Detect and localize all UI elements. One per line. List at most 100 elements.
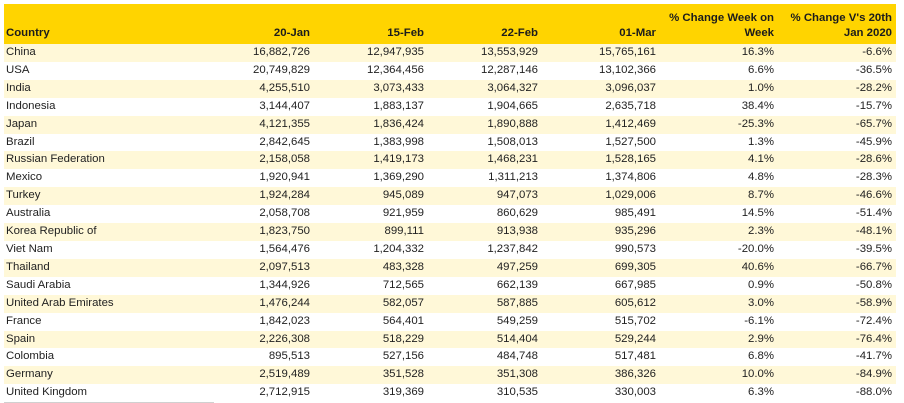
cell-change-week: 1.0% xyxy=(748,81,774,94)
cell-country: China xyxy=(6,46,36,58)
cell-mar-01: 330,003 xyxy=(614,386,656,399)
cell-change-week: 38.4% xyxy=(741,99,774,112)
table-row: Saudi Arabia 1,344,926 712,565 662,139 667,9… xyxy=(4,276,896,295)
cell-feb-22: 484,748 xyxy=(496,350,538,363)
cell-feb-22: 549,259 xyxy=(496,314,538,327)
cell-mar-01: 667,985 xyxy=(614,278,656,291)
cell-feb-15: 899,111 xyxy=(384,225,424,238)
cell-feb-15: 351,528 xyxy=(382,368,424,381)
header-row: Country 20-Jan 15-Feb 22-Feb 01-Mar % Ch… xyxy=(4,4,896,44)
table-row: Brazil 2,842,645 1,383,998 1,508,013 1,527,5… xyxy=(4,133,896,152)
cell-feb-15: 1,204,332 xyxy=(373,242,424,255)
cell-mar-01: 2,635,718 xyxy=(605,99,656,112)
header-15-feb: 15-Feb xyxy=(387,27,424,39)
cell-mar-01: 699,305 xyxy=(614,260,656,273)
cell-feb-15: 319,369 xyxy=(382,386,424,399)
data-table-panel: Country 20-Jan 15-Feb 22-Feb 01-Mar % Ch… xyxy=(0,0,904,403)
cell-feb-22: 310,535 xyxy=(496,386,538,399)
cell-feb-15: 564,401 xyxy=(382,314,424,327)
cell-mar-01: 1,029,006 xyxy=(605,189,656,202)
cell-change-week: 4.8% xyxy=(748,171,774,184)
cell-feb-22: 860,629 xyxy=(496,207,538,220)
header-01-mar: 01-Mar xyxy=(619,27,656,39)
cell-feb-15: 527,156 xyxy=(382,350,424,363)
cell-jan-20: 20,749,829 xyxy=(252,63,310,76)
cell-jan-20: 1,924,284 xyxy=(259,189,310,202)
cell-change-jan: -58.9% xyxy=(855,296,892,309)
cell-jan-20: 3,144,407 xyxy=(259,99,310,112)
table-row: Korea Republic of 1,823,750 899,111 913,938… xyxy=(4,223,896,241)
cell-jan-20: 2,519,489 xyxy=(259,368,310,381)
cell-feb-22: 947,073 xyxy=(496,189,538,202)
cell-jan-20: 4,121,355 xyxy=(259,117,310,130)
cell-change-jan: -76.4% xyxy=(855,332,892,345)
cell-feb-15: 12,364,456 xyxy=(366,63,424,76)
cell-change-jan: -15.7% xyxy=(855,99,892,112)
header-change-jan-line2: Jan 2020 xyxy=(843,27,892,39)
cell-feb-15: 712,565 xyxy=(382,278,424,291)
cell-mar-01: 985,491 xyxy=(614,207,656,220)
cell-feb-15: 12,947,935 xyxy=(366,46,424,58)
cell-change-week: 6.3% xyxy=(748,386,774,399)
cell-change-week: -25.3% xyxy=(737,117,774,130)
cell-change-week: 6.6% xyxy=(748,63,774,76)
cell-country: Australia xyxy=(6,207,51,220)
cell-mar-01: 1,374,806 xyxy=(605,171,656,184)
cell-country: Saudi Arabia xyxy=(6,278,71,291)
cell-feb-22: 1,890,888 xyxy=(487,117,538,130)
cell-change-week: 4.1% xyxy=(748,153,774,166)
table-row: Germany 2,519,489 351,528 351,308 386,326 10.… xyxy=(4,366,896,385)
table-row: Colombia 895,513 527,156 484,748 517,481 6.8%… xyxy=(4,348,896,367)
cell-feb-15: 945,089 xyxy=(382,189,424,202)
cell-feb-22: 3,064,327 xyxy=(487,81,538,94)
cell-mar-01: 529,244 xyxy=(614,332,656,345)
table-row: Mexico 1,920,941 1,369,290 1,311,213 1,374,8… xyxy=(4,169,896,188)
cell-country: Colombia xyxy=(6,350,55,363)
cell-change-week: 16.3% xyxy=(741,46,774,58)
cell-feb-15: 1,836,424 xyxy=(373,117,424,130)
cell-change-week: 6.8% xyxy=(748,350,774,363)
table-row: Spain 2,226,308 518,229 514,404 529,244 2.9% -… xyxy=(4,330,896,349)
cell-change-jan: -6.6% xyxy=(862,46,892,58)
cell-mar-01: 990,573 xyxy=(614,242,656,255)
cell-feb-22: 1,468,231 xyxy=(487,153,538,166)
table-row: Japan 4,121,355 1,836,424 1,890,888 1,412,46… xyxy=(4,115,896,134)
cell-jan-20: 2,158,058 xyxy=(259,153,310,166)
cell-change-jan: -65.7% xyxy=(855,117,892,130)
cell-mar-01: 1,412,469 xyxy=(605,117,656,130)
cell-jan-20: 895,513 xyxy=(268,350,310,363)
cell-country: Japan xyxy=(6,117,38,130)
cell-jan-20: 2,058,708 xyxy=(259,207,310,220)
cell-change-jan: -39.5% xyxy=(855,242,892,255)
cell-country: India xyxy=(6,81,31,94)
cell-country: Russian Federation xyxy=(6,153,105,166)
header-country: Country xyxy=(6,27,50,39)
cell-mar-01: 13,102,366 xyxy=(598,63,656,76)
table-row: USA 20,749,829 12,364,456 12,287,146 13,102,… xyxy=(4,61,896,80)
cell-change-week: 2.3% xyxy=(748,225,774,238)
cell-feb-15: 483,328 xyxy=(382,260,424,273)
cell-feb-15: 582,057 xyxy=(382,296,424,309)
cell-feb-22: 497,259 xyxy=(496,260,538,273)
cell-mar-01: 517,481 xyxy=(614,350,656,363)
table-header: Country 20-Jan 15-Feb 22-Feb 01-Mar % Ch… xyxy=(4,4,896,44)
cell-country: Germany xyxy=(6,368,53,381)
cell-feb-22: 514,404 xyxy=(496,332,538,345)
cell-mar-01: 515,702 xyxy=(614,314,656,327)
cell-jan-20: 1,823,750 xyxy=(259,225,310,238)
cell-feb-15: 518,229 xyxy=(382,332,424,345)
table-body: China 16,882,726 12,947,935 13,553,929 15,76… xyxy=(4,44,896,403)
table-row: India 4,255,510 3,073,433 3,064,327 3,096,03… xyxy=(4,79,896,98)
table-row: China 16,882,726 12,947,935 13,553,929 15,76… xyxy=(4,44,896,62)
cell-change-jan: -66.7% xyxy=(855,260,892,273)
cell-jan-20: 1,842,023 xyxy=(259,314,310,327)
cell-feb-15: 3,073,433 xyxy=(373,81,424,94)
cell-change-jan: -84.9% xyxy=(855,368,892,381)
cell-mar-01: 935,296 xyxy=(614,225,656,238)
header-change-week-line1: % Change Week on xyxy=(669,12,774,24)
cell-country: Korea Republic of xyxy=(6,225,97,238)
cell-change-week: -6.1% xyxy=(744,314,774,327)
header-change-jan-line1: % Change V's 20th xyxy=(790,12,892,24)
cell-change-jan: -28.3% xyxy=(855,171,892,184)
cell-feb-22: 1,311,213 xyxy=(488,171,538,184)
